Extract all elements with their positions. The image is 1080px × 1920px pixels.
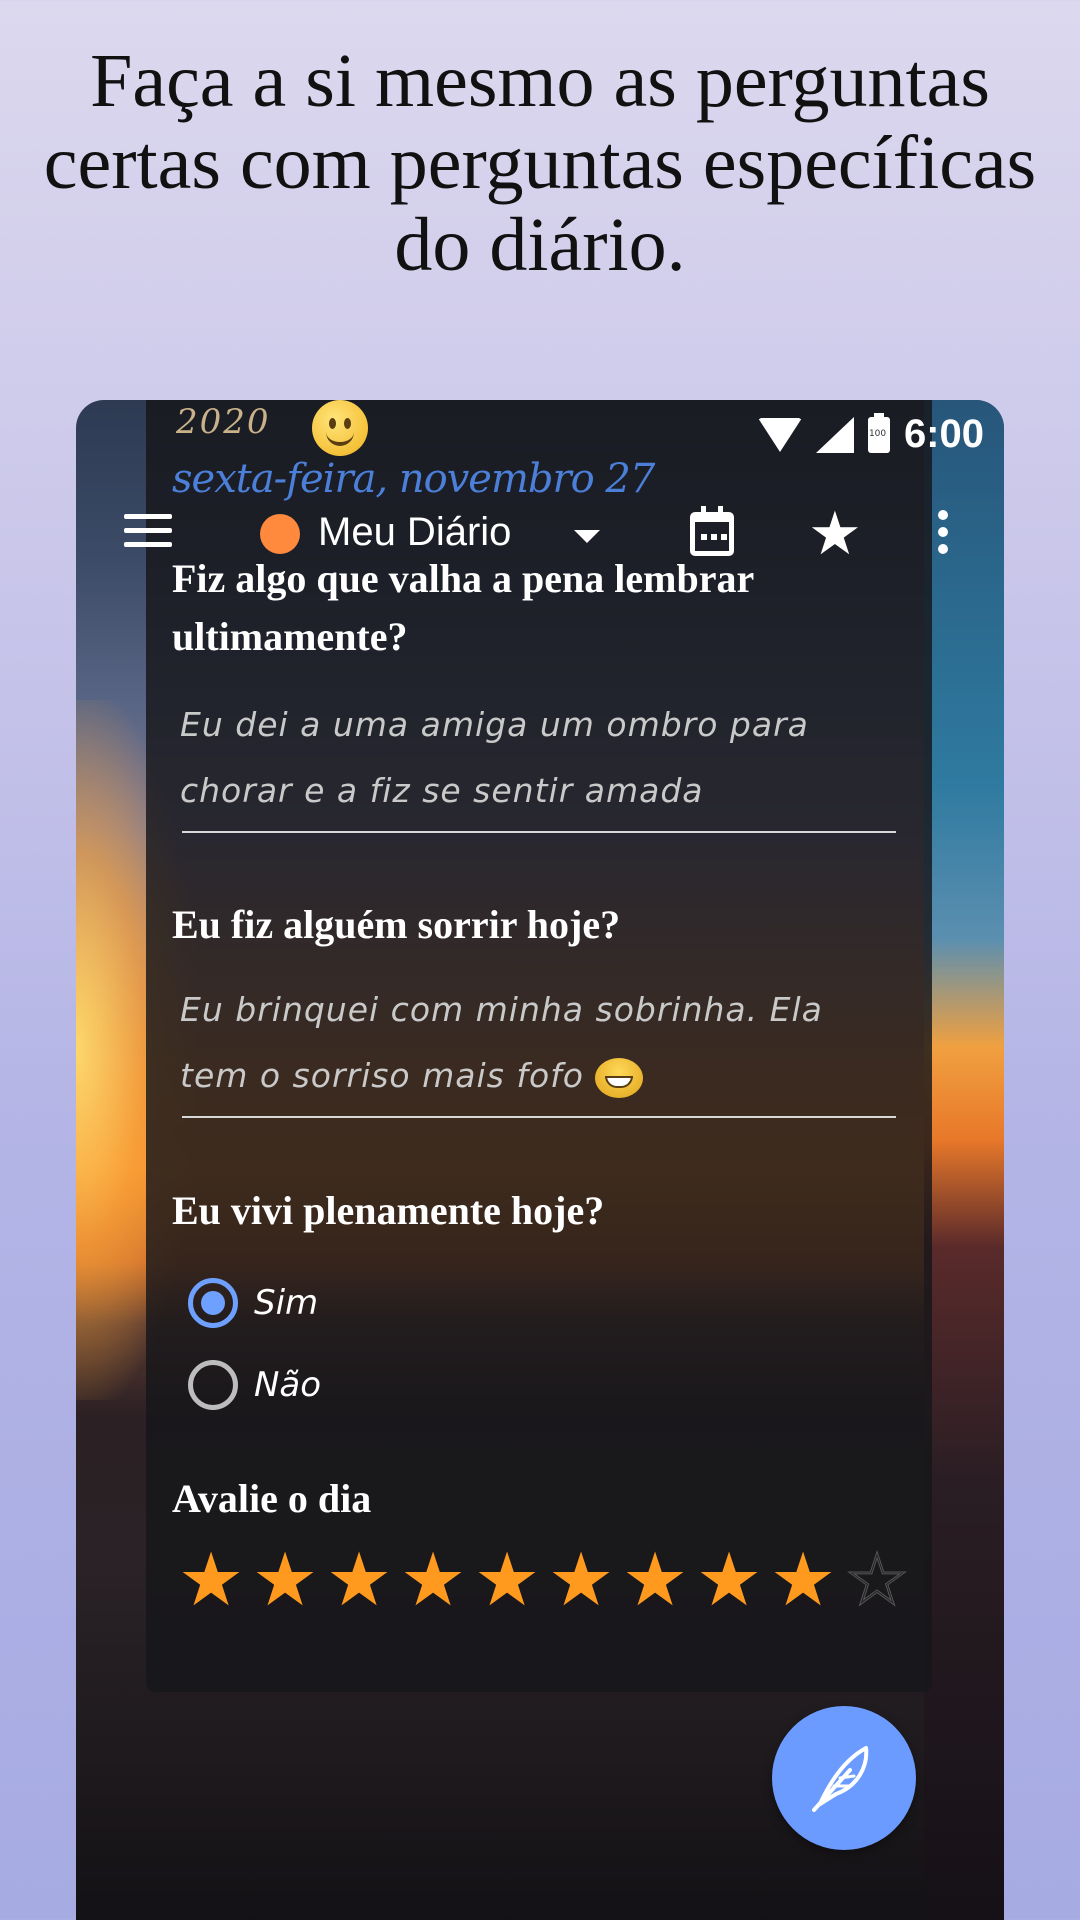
radio-label-nao: Não [254, 1365, 322, 1405]
rating-star-6[interactable]: ★ [544, 1540, 618, 1620]
battery-level: 100 [868, 428, 887, 439]
signal-icon [815, 416, 854, 453]
grin-emoji-icon [595, 1057, 644, 1098]
rating-star-4[interactable]: ★ [396, 1540, 470, 1620]
rating-star-7[interactable]: ★ [618, 1540, 692, 1620]
rating-stars[interactable]: ★ ★ ★ ★ ★ ★ ★ ★ ★ ☆ [174, 1540, 914, 1621]
question-3: Eu vivi plenamente hoje? [172, 1188, 605, 1233]
radio-option-sim[interactable]: Sim [188, 1278, 318, 1328]
battery-icon: 100 [867, 412, 890, 453]
entry-date[interactable]: sexta-feira, novembro 27 [172, 456, 655, 502]
clock: 6:00 [903, 412, 984, 456]
diary-selector[interactable]: Meu Diário [318, 510, 511, 555]
dropdown-arrow-icon[interactable] [574, 530, 600, 543]
wifi-icon [757, 417, 802, 452]
radio-button-nao[interactable] [188, 1360, 238, 1410]
radio-label-sim: Sim [254, 1283, 319, 1323]
entry-year: 2020 [176, 402, 271, 442]
answer-1-underline [182, 831, 896, 833]
status-bar: 2020 100 6:00 [76, 400, 1004, 464]
rating-label: Avalie o dia [172, 1476, 372, 1521]
menu-icon[interactable] [124, 514, 172, 550]
promo-title-line: certas com perguntas específicas [43, 121, 1037, 205]
background-water [924, 400, 1004, 1920]
promo-title-line: do diário. [394, 203, 686, 287]
radio-button-sim[interactable] [188, 1278, 238, 1328]
rating-star-9[interactable]: ★ [766, 1540, 840, 1620]
rating-star-8[interactable]: ★ [692, 1540, 766, 1620]
feather-icon [812, 1746, 869, 1812]
diary-color-dot[interactable] [260, 514, 300, 554]
system-icons: 100 6:00 [757, 412, 984, 457]
answer-1-field[interactable]: Eu dei a uma amiga um ombro para chorar … [180, 692, 896, 824]
write-entry-button[interactable] [772, 1706, 916, 1850]
rating-star-2[interactable]: ★ [248, 1540, 322, 1620]
radio-option-nao[interactable]: Não [188, 1360, 321, 1410]
question-2: Eu fiz alguém sorrir hoje? [172, 902, 621, 947]
more-options-icon[interactable] [938, 510, 948, 561]
rating-star-10[interactable]: ☆ [840, 1540, 914, 1621]
question-1: Fiz algo que valha a pena lembrar ultima… [172, 556, 754, 659]
rating-star-1[interactable]: ★ [174, 1540, 248, 1620]
rating-star-3[interactable]: ★ [322, 1540, 396, 1620]
rating-star-5[interactable]: ★ [470, 1540, 544, 1620]
answer-2-text: Eu brinquei com minha sobrinha. Ela tem … [180, 990, 823, 1095]
answer-2-underline [182, 1116, 896, 1118]
promo-title: Faça a si mesmo as perguntas certas com … [20, 40, 1060, 286]
promo-title-line: Faça a si mesmo as perguntas [90, 39, 990, 123]
answer-2-field[interactable]: Eu brinquei com minha sobrinha. Ela tem … [180, 977, 896, 1109]
mood-emoji-icon[interactable] [312, 400, 368, 456]
phone-screen: 2020 100 6:00 sexta-feira, novembro 27 M… [76, 400, 1004, 1920]
